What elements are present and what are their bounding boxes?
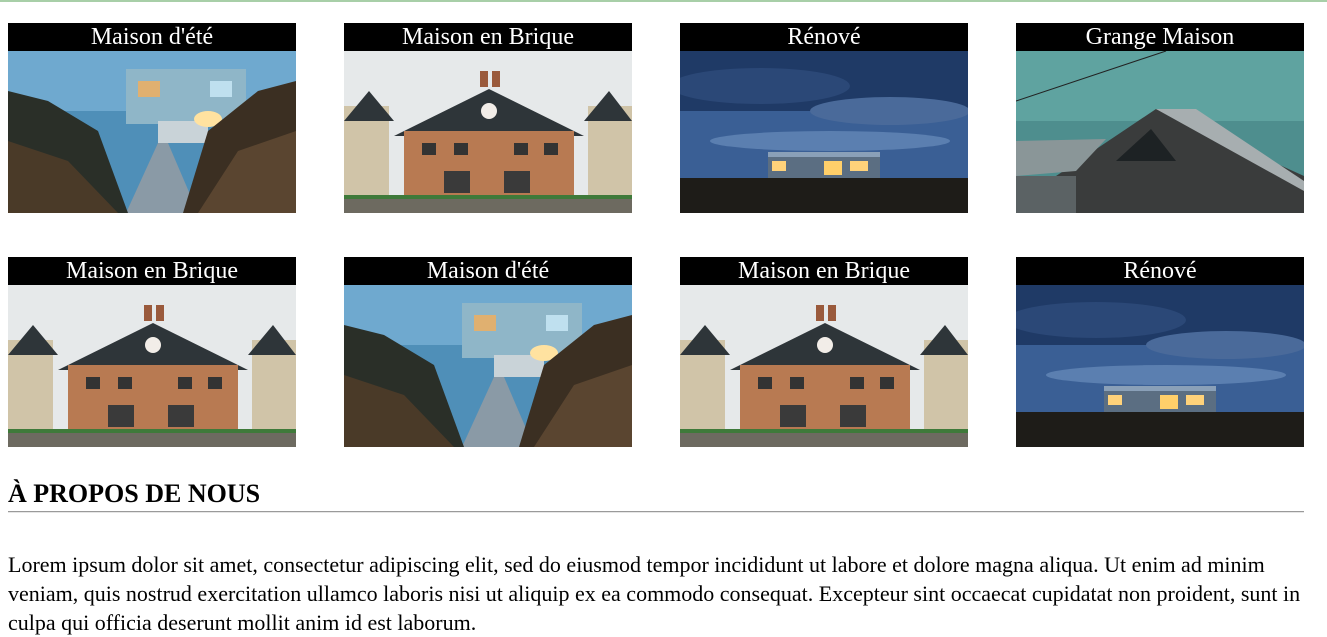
section-divider	[8, 511, 1304, 513]
card-title: Maison d'été	[344, 257, 632, 285]
card-title: Maison en Brique	[8, 257, 296, 285]
summer-house-photo	[8, 51, 296, 213]
gallery-card[interactable]: Rénové	[680, 23, 968, 213]
brick-house-photo	[344, 51, 632, 213]
card-title: Maison en Brique	[344, 23, 632, 51]
gallery-card[interactable]: Maison en Brique	[344, 23, 632, 213]
gallery-card[interactable]: Maison d'été	[344, 257, 632, 447]
card-title: Grange Maison	[1016, 23, 1304, 51]
about-heading: À PROPOS DE NOUS	[8, 479, 261, 508]
gallery-card[interactable]: Maison d'été	[8, 23, 296, 213]
card-title: Maison d'été	[8, 23, 296, 51]
renovated-house-photo	[1016, 285, 1304, 447]
card-title: Maison en Brique	[680, 257, 968, 285]
gallery-card[interactable]: Maison en Brique	[680, 257, 968, 447]
gallery-card[interactable]: Rénové	[1016, 257, 1304, 447]
about-paragraph: Lorem ipsum dolor sit amet, consectetur …	[8, 552, 1301, 635]
gallery-card[interactable]: Maison en Brique	[8, 257, 296, 447]
barn-house-photo	[1016, 51, 1304, 213]
gallery-card[interactable]: Grange Maison	[1016, 23, 1304, 213]
brick-house-photo	[8, 285, 296, 447]
renovated-house-photo	[680, 51, 968, 213]
top-divider	[0, 0, 1327, 2]
brick-house-photo	[680, 285, 968, 447]
card-title: Rénové	[1016, 257, 1304, 285]
summer-house-photo	[344, 285, 632, 447]
card-title: Rénové	[680, 23, 968, 51]
